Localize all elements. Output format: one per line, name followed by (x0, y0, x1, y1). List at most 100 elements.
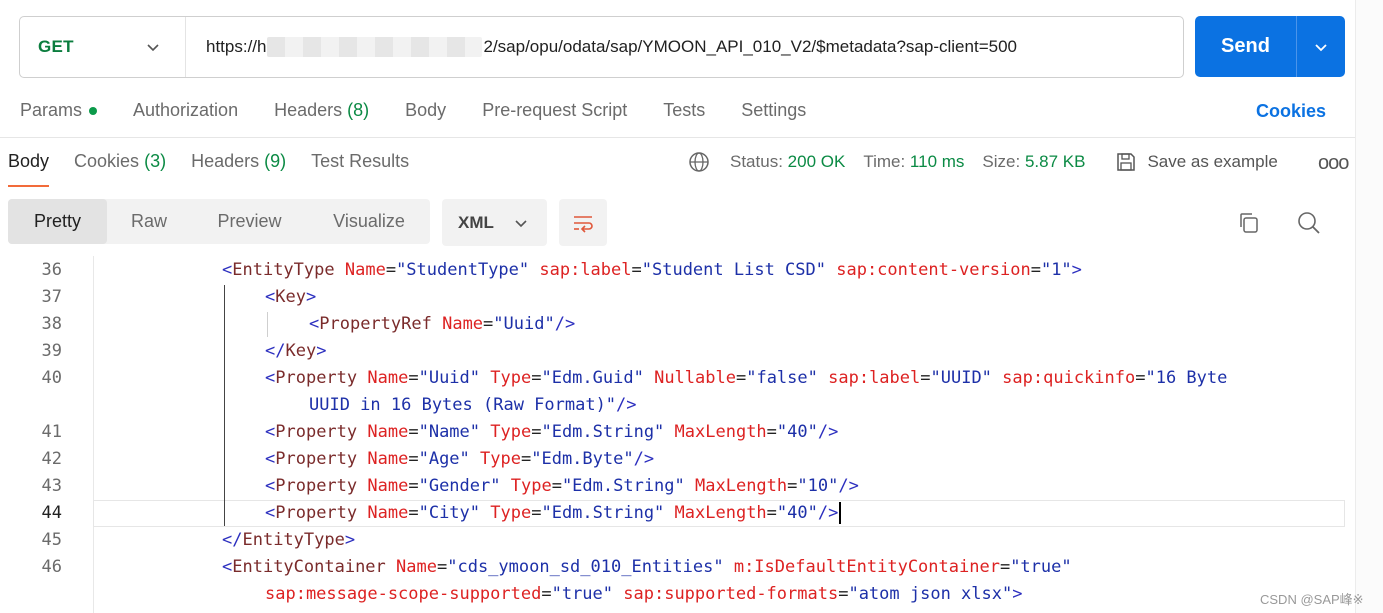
format-tabs: Pretty Raw Preview Visualize (8, 199, 430, 244)
code-line: 43 <Property Name="Gender" Type="Edm.Stri… (0, 472, 1345, 499)
code-text: <Property Name="Age" Type="Edm.Byte"/> (265, 449, 654, 469)
copy-icon[interactable] (1237, 211, 1261, 235)
code-token: Name (396, 556, 437, 577)
code-token: "true" (1010, 556, 1072, 577)
time-item[interactable]: Time: 110 ms (863, 152, 964, 172)
tab-response-cookies-label: Cookies (74, 151, 140, 171)
save-as-example-label: Save as example (1147, 152, 1278, 171)
code-token: "City" (418, 502, 481, 523)
code-line: 46 <EntityContainer Name="cds_ymoon_sd_01… (0, 553, 1345, 580)
globe-icon[interactable] (688, 151, 710, 173)
code-token: > (316, 340, 327, 361)
code-line: 45 </EntityType> (0, 526, 1345, 553)
tab-tests-label: Tests (663, 100, 706, 120)
code-line: 42 <Property Name="Age" Type="Edm.Byte"/> (0, 445, 1345, 472)
code-token: = (766, 502, 777, 523)
method-select[interactable]: GET (20, 17, 186, 77)
code-token: MaxLength (695, 475, 788, 496)
code-token: "StudentType" (396, 259, 530, 280)
request-tabs: Params Authorization Headers (8) Body Pr… (20, 100, 842, 121)
tab-headers-label: Headers (274, 100, 343, 120)
tab-body[interactable]: Body (405, 100, 446, 121)
tab-params[interactable]: Params (20, 100, 98, 121)
tab-headers[interactable]: Headers (8) (274, 100, 369, 121)
code-token: = (1030, 259, 1041, 280)
code-token: MaxLength (674, 502, 767, 523)
code-token: < (265, 448, 276, 469)
wrap-lines-button[interactable] (559, 199, 607, 246)
code-token: "Gender" (418, 475, 501, 496)
tab-authorization[interactable]: Authorization (133, 100, 238, 121)
line-number: 45 (41, 529, 62, 550)
code-line: 38 <PropertyRef Name="Uuid"/> (0, 310, 1345, 337)
send-options-button[interactable] (1297, 16, 1345, 77)
code-text: <Key> (265, 287, 316, 307)
url-input[interactable]: https://h 2/sap/opu/odata/sap/YMOON_API_… (186, 37, 1017, 57)
code-token: "Uuid" (418, 367, 481, 388)
tab-tests[interactable]: Tests (663, 100, 705, 121)
send-button[interactable]: Send (1195, 16, 1297, 77)
code-token: sap:label (539, 259, 632, 280)
code-token: = (408, 421, 419, 442)
code-token: </ (265, 340, 286, 361)
line-number: 43 (41, 475, 62, 496)
code-token: sap:supported-formats (623, 583, 839, 604)
line-number: 39 (41, 340, 62, 361)
code-text: <EntityType Name="StudentType" sap:label… (222, 260, 1082, 280)
code-token: = (999, 556, 1011, 577)
status-label: Status: (730, 152, 783, 171)
code-token: sap:content-version (836, 259, 1031, 280)
response-code-viewer[interactable]: 36 <EntityType Name="StudentType" sap:lab… (0, 256, 1345, 613)
search-icon[interactable] (1296, 210, 1322, 236)
format-preview[interactable]: Preview (191, 199, 308, 244)
tab-settings[interactable]: Settings (741, 100, 806, 121)
tab-pre-request-script[interactable]: Pre-request Script (482, 100, 627, 121)
code-token: "Student List CSD" (641, 259, 826, 280)
response-tabs: Body Cookies (3) Headers (9) Test Result… (8, 151, 434, 187)
code-token: < (265, 286, 276, 307)
code-token: = (631, 259, 642, 280)
code-token: = (385, 259, 397, 280)
size-item[interactable]: Size: 5.87 KB (982, 152, 1085, 172)
code-token: EntityType (232, 259, 335, 280)
more-options-icon[interactable]: ooo (1318, 152, 1349, 175)
chevron-down-icon (515, 219, 527, 227)
code-text: <Property Name="Gender" Type="Edm.String… (265, 476, 859, 496)
code-token: Type (490, 502, 532, 523)
code-token: = (436, 556, 448, 577)
format-visualize[interactable]: Visualize (308, 199, 430, 244)
code-token: > (344, 529, 356, 550)
cookies-link[interactable]: Cookies (1256, 101, 1326, 122)
tab-test-results[interactable]: Test Results (311, 151, 409, 172)
tab-response-body[interactable]: Body (8, 151, 50, 187)
response-status-bar: Status: 200 OK Time: 110 ms Size: 5.87 K… (688, 151, 1278, 173)
format-raw[interactable]: Raw (107, 199, 191, 244)
code-token: "true" (551, 583, 614, 604)
code-token: /> (616, 394, 637, 415)
code-token: "atom json xlsx" (848, 583, 1013, 604)
code-token: Nullable (654, 367, 736, 388)
line-number: 41 (41, 421, 62, 442)
save-as-example-button[interactable]: Save as example (1115, 151, 1278, 173)
status-item[interactable]: Status: 200 OK (730, 152, 845, 172)
code-token: /> (633, 448, 655, 469)
code-token: Name (367, 475, 409, 496)
tab-authorization-label: Authorization (133, 100, 239, 120)
tab-response-headers[interactable]: Headers (9) (191, 151, 286, 172)
language-select[interactable]: XML (442, 199, 547, 246)
code-token: Type (480, 448, 521, 469)
code-token: < (265, 421, 276, 442)
code-token: /> (838, 475, 859, 496)
tab-response-cookies[interactable]: Cookies (3) (74, 151, 166, 172)
code-token: "10" (797, 475, 839, 496)
format-pretty[interactable]: Pretty (8, 199, 107, 244)
